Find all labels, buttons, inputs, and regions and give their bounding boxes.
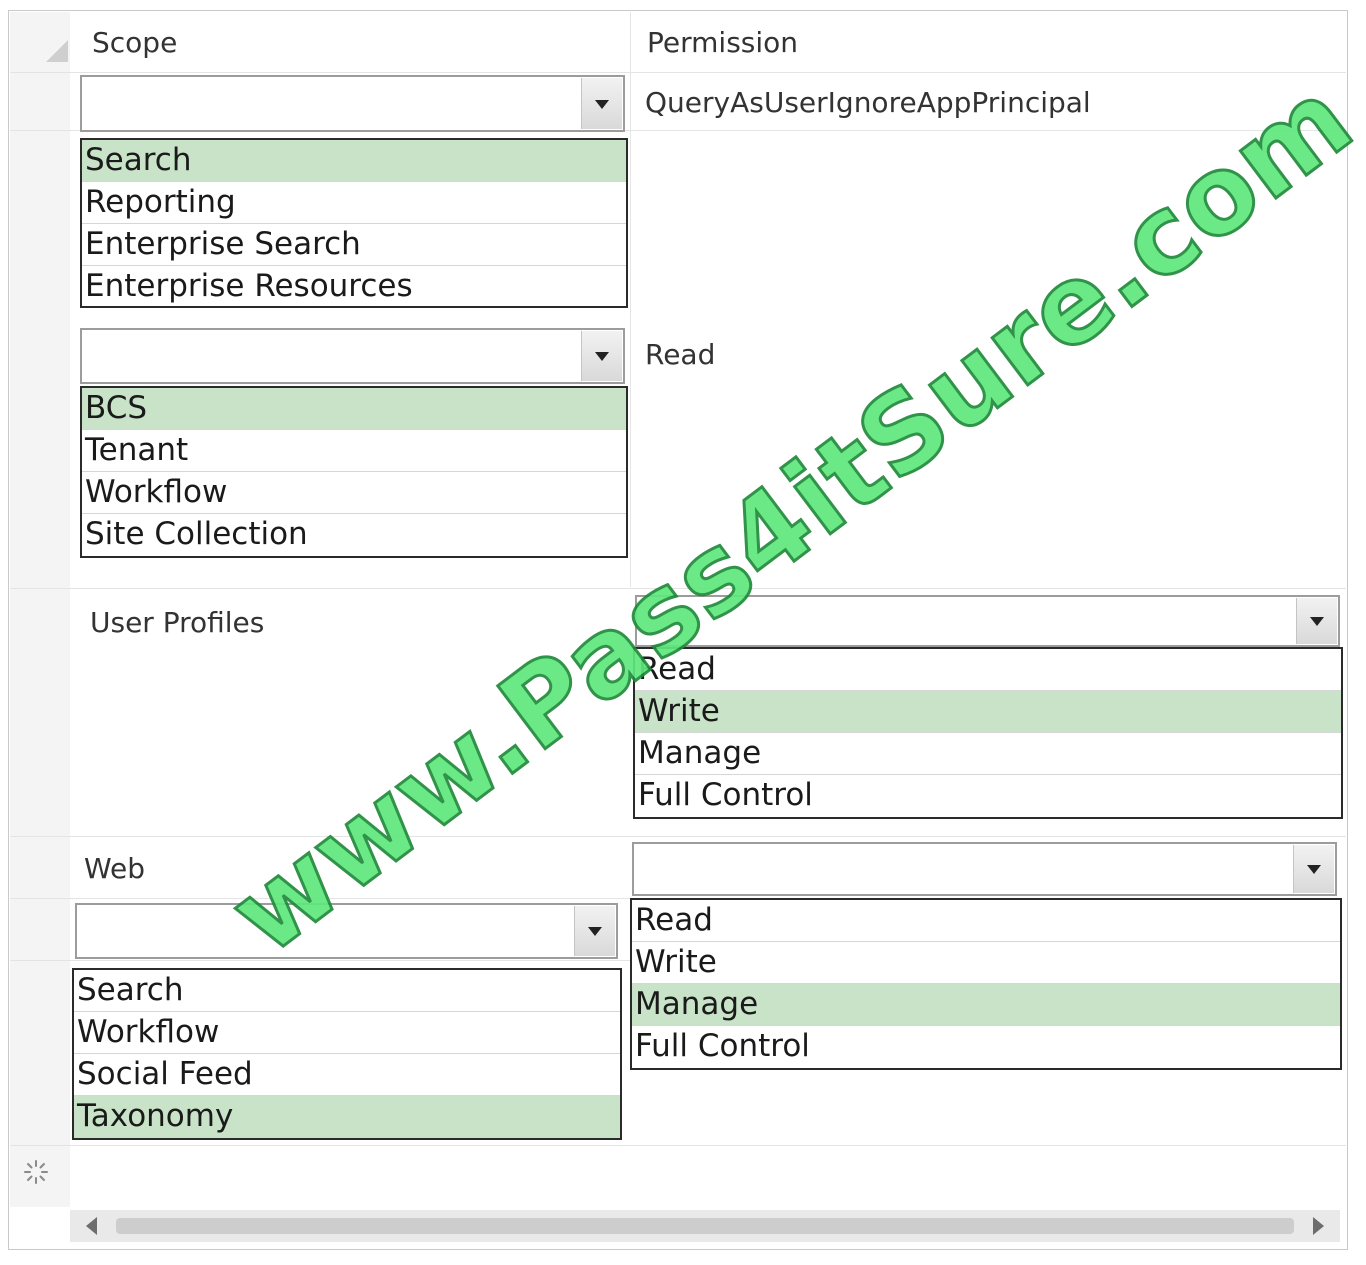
scope-option-taxonomy[interactable]: Taxonomy <box>74 1096 620 1138</box>
permission-options-list-4: Read Write Manage Full Control <box>630 898 1342 1070</box>
scope-option-search[interactable]: Search <box>74 970 620 1012</box>
scope-options-list-2: BCS Tenant Workflow Site Collection <box>80 386 628 558</box>
chevron-down-icon <box>1310 617 1324 626</box>
scope-option-enterprise-resources[interactable]: Enterprise Resources <box>82 266 626 308</box>
permission-option-manage[interactable]: Manage <box>635 733 1341 775</box>
header-divider <box>10 72 1346 73</box>
row-divider <box>10 1145 1346 1146</box>
row-divider <box>10 960 635 961</box>
scope-value-user-profiles: User Profiles <box>90 606 265 639</box>
row-header-column <box>10 12 70 1207</box>
scope-option-enterprise-search[interactable]: Enterprise Search <box>82 224 626 266</box>
permission-value-2: Read <box>645 338 716 371</box>
scope-option-workflow[interactable]: Workflow <box>74 1012 620 1054</box>
permission-option-write[interactable]: Write <box>632 942 1340 984</box>
scope-column-header[interactable]: Scope <box>92 26 177 59</box>
dropdown-button[interactable] <box>581 331 622 381</box>
scope-dropdown-2[interactable] <box>80 328 625 384</box>
scope-option-tenant[interactable]: Tenant <box>82 430 626 472</box>
scrollbar-thumb[interactable] <box>116 1218 1294 1234</box>
chevron-down-icon <box>595 352 609 361</box>
permission-option-manage[interactable]: Manage <box>632 984 1340 1026</box>
permission-options-list-3: Read Write Manage Full Control <box>633 647 1343 819</box>
scope-option-site-collection[interactable]: Site Collection <box>82 514 626 556</box>
scope-options-list-5: Search Workflow Social Feed Taxonomy <box>72 968 622 1140</box>
new-row-icon[interactable] <box>22 1158 50 1186</box>
chevron-down-icon <box>595 99 609 109</box>
new-row-asterisk-icon <box>24 1160 48 1184</box>
permission-option-read[interactable]: Read <box>635 649 1341 691</box>
permission-option-full-control[interactable]: Full Control <box>635 775 1341 817</box>
dropdown-button[interactable] <box>581 78 622 129</box>
permission-option-write[interactable]: Write <box>635 691 1341 733</box>
scope-option-social-feed[interactable]: Social Feed <box>74 1054 620 1096</box>
horizontal-scrollbar[interactable] <box>70 1210 1340 1242</box>
permission-value-1: QueryAsUserIgnoreAppPrincipal <box>645 86 1091 119</box>
scope-dropdown-1[interactable] <box>80 75 625 132</box>
scope-option-reporting[interactable]: Reporting <box>82 182 626 224</box>
select-all-corner[interactable] <box>46 40 68 62</box>
permission-option-full-control[interactable]: Full Control <box>632 1026 1340 1068</box>
dropdown-button[interactable] <box>1296 598 1337 644</box>
dropdown-button[interactable] <box>1293 845 1334 893</box>
permission-option-read[interactable]: Read <box>632 900 1340 942</box>
scroll-left-icon[interactable] <box>86 1217 97 1235</box>
scope-option-search[interactable]: Search <box>82 140 626 182</box>
scope-options-list-1: Search Reporting Enterprise Search Enter… <box>80 138 628 308</box>
scope-value-web: Web <box>84 852 146 885</box>
scroll-right-icon[interactable] <box>1313 1217 1324 1235</box>
dropdown-button[interactable] <box>574 906 615 956</box>
scope-option-bcs[interactable]: BCS <box>82 388 626 430</box>
row-divider <box>10 836 1346 837</box>
permission-dropdown-4[interactable] <box>632 842 1337 896</box>
scope-option-workflow[interactable]: Workflow <box>82 472 626 514</box>
column-divider <box>630 12 631 587</box>
chevron-down-icon <box>1307 865 1321 874</box>
permission-column-header[interactable]: Permission <box>647 26 798 59</box>
chevron-down-icon <box>588 927 602 936</box>
